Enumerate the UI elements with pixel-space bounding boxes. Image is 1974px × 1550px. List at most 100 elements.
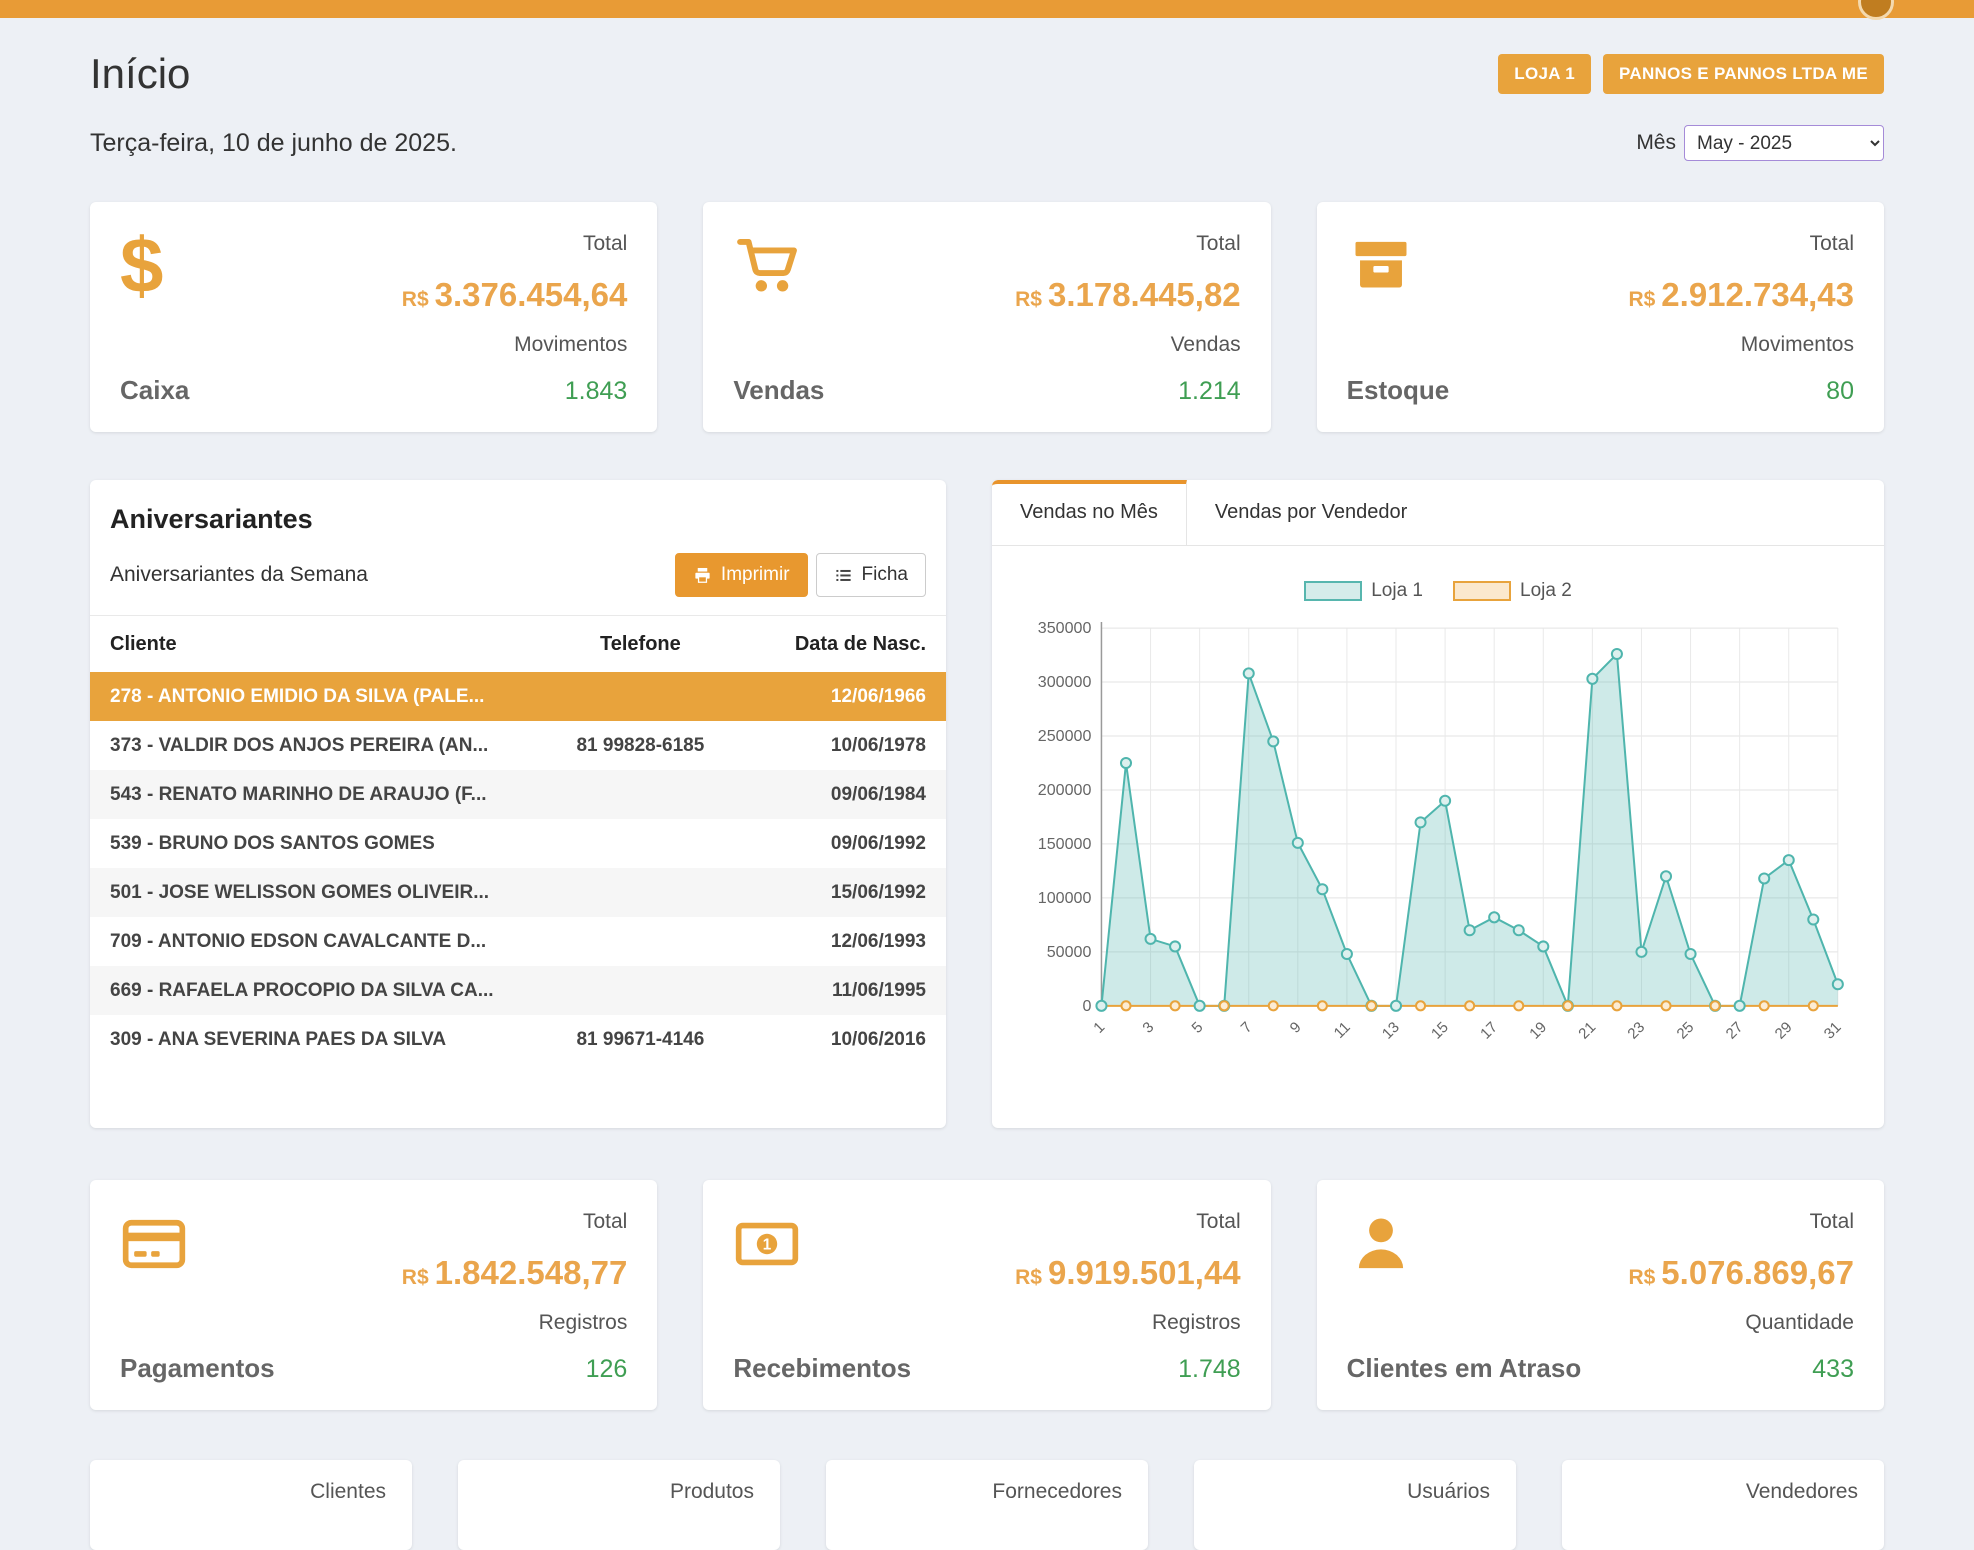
svg-text:150000: 150000 <box>1038 835 1092 853</box>
svg-text:25: 25 <box>1674 1019 1698 1043</box>
count-value: 1.748 <box>1178 1355 1241 1384</box>
table-row[interactable]: 539 - BRUNO DOS SANTOS GOMES 09/06/1992 <box>90 819 946 868</box>
count-value: 433 <box>1812 1355 1854 1384</box>
current-date: Terça-feira, 10 de junho de 2025. <box>90 129 457 158</box>
svg-text:19: 19 <box>1526 1019 1550 1043</box>
table-row[interactable]: 309 - ANA SEVERINA PAES DA SILVA 81 9967… <box>90 1015 946 1064</box>
count-label: Registros <box>539 1311 628 1335</box>
svg-text:300000: 300000 <box>1038 673 1092 691</box>
total-value: R$3.376.454,64 <box>402 276 628 314</box>
cell-cliente: 543 - RENATO MARINHO DE ARAUJO (F... <box>110 784 534 806</box>
printer-icon <box>693 566 712 585</box>
print-button[interactable]: Imprimir <box>675 553 808 597</box>
svg-text:250000: 250000 <box>1038 727 1092 745</box>
cart-icon <box>733 232 824 302</box>
birthdays-title: Aniversariantes <box>110 504 926 535</box>
svg-text:5: 5 <box>1189 1019 1207 1037</box>
stat-card-vendas: Vendas Total R$3.178.445,82 Vendas 1.214 <box>703 202 1270 432</box>
legend-item-loja1[interactable]: Loja 1 <box>1304 580 1423 602</box>
table-row[interactable]: 709 - ANTONIO EDSON CAVALCANTE D... 12/0… <box>90 917 946 966</box>
topbar-user-icon[interactable] <box>1858 0 1894 20</box>
svg-text:17: 17 <box>1477 1019 1501 1043</box>
table-row[interactable]: 501 - JOSE WELISSON GOMES OLIVEIR... 15/… <box>90 868 946 917</box>
sales-chart-card: Vendas no Mês Vendas por Vendedor Loja 1… <box>992 480 1884 1128</box>
stat-card-clientes-atraso: Clientes em Atraso Total R$5.076.869,67 … <box>1317 1180 1884 1410</box>
total-value: R$3.178.445,82 <box>1015 276 1241 314</box>
cell-cliente: 309 - ANA SEVERINA PAES DA SILVA <box>110 1029 534 1051</box>
count-label: Movimentos <box>514 333 627 357</box>
cell-cliente: 373 - VALDIR DOS ANJOS PEREIRA (AN... <box>110 735 534 757</box>
svg-text:350000: 350000 <box>1038 619 1092 637</box>
legend-item-loja2[interactable]: Loja 2 <box>1453 580 1572 602</box>
month-select[interactable]: May - 2025 <box>1684 125 1884 161</box>
total-value: R$5.076.869,67 <box>1628 1254 1854 1292</box>
stat-label: Caixa <box>120 375 189 406</box>
svg-text:0: 0 <box>1082 997 1091 1015</box>
cell-data-nasc: 12/06/1966 <box>746 686 926 708</box>
svg-text:1: 1 <box>763 1237 772 1254</box>
svg-text:3: 3 <box>1139 1019 1157 1037</box>
chart-tabs: Vendas no Mês Vendas por Vendedor <box>992 480 1884 546</box>
cell-data-nasc: 12/06/1993 <box>746 931 926 953</box>
cell-data-nasc: 10/06/2016 <box>746 1029 926 1051</box>
count-value: 126 <box>586 1355 628 1384</box>
svg-text:29: 29 <box>1772 1019 1796 1043</box>
svg-text:7: 7 <box>1238 1019 1256 1037</box>
legend-swatch-loja2 <box>1453 581 1511 601</box>
bottom-stats-row: Pagamentos Total R$1.842.548,77 Registro… <box>90 1180 1884 1410</box>
stat-label: Estoque <box>1347 375 1450 406</box>
cell-data-nasc: 10/06/1978 <box>746 735 926 757</box>
credit-card-icon <box>120 1210 275 1280</box>
svg-text:9: 9 <box>1287 1019 1305 1037</box>
store-badges: LOJA 1 PANNOS E PANNOS LTDA ME <box>1498 54 1884 94</box>
count-label: Registros <box>1152 1311 1241 1335</box>
birthday-table: Cliente Telefone Data de Nasc. 278 - ANT… <box>90 615 946 1064</box>
svg-text:15: 15 <box>1428 1019 1452 1043</box>
count-value: 1.214 <box>1178 377 1241 406</box>
total-value: R$9.919.501,44 <box>1015 1254 1241 1292</box>
tab-vendas-no-mes[interactable]: Vendas no Mês <box>992 480 1187 545</box>
count-value: 1.843 <box>565 377 628 406</box>
month-select-label: Mês <box>1636 131 1676 155</box>
svg-text:11: 11 <box>1331 1019 1354 1042</box>
cell-cliente: 539 - BRUNO DOS SANTOS GOMES <box>110 833 534 855</box>
stat-card-recebimentos: 1 Recebimentos Total R$9.919.501,44 Regi… <box>703 1180 1270 1410</box>
table-row[interactable]: 543 - RENATO MARINHO DE ARAUJO (F... 09/… <box>90 770 946 819</box>
cell-telefone: 81 99671-4146 <box>534 1029 746 1051</box>
top-orange-bar <box>0 0 1974 18</box>
page-title: Início <box>90 50 190 98</box>
svg-text:23: 23 <box>1624 1019 1648 1043</box>
summary-card: Clientes <box>90 1460 412 1550</box>
summary-card-label: Fornecedores <box>826 1480 1122 1504</box>
store-badge-loja1[interactable]: LOJA 1 <box>1498 54 1591 94</box>
table-row[interactable]: 373 - VALDIR DOS ANJOS PEREIRA (AN... 81… <box>90 721 946 770</box>
sales-area-chart[interactable]: 0500001000001500002000002500003000003500… <box>1006 610 1870 1082</box>
cell-cliente: 669 - RAFAELA PROCOPIO DA SILVA CA... <box>110 980 534 1002</box>
svg-text:21: 21 <box>1575 1019 1599 1043</box>
count-label: Quantidade <box>1745 1311 1854 1335</box>
summary-card: Fornecedores <box>826 1460 1148 1550</box>
banknote-icon: 1 <box>733 1210 911 1280</box>
chart-area: 0500001000001500002000002500003000003500… <box>992 610 1884 1092</box>
cell-data-nasc: 09/06/1992 <box>746 833 926 855</box>
col-cliente: Cliente <box>110 633 534 656</box>
table-row[interactable]: 669 - RAFAELA PROCOPIO DA SILVA CA... 11… <box>90 966 946 1015</box>
svg-text:200000: 200000 <box>1038 781 1092 799</box>
total-label: Total <box>583 232 627 256</box>
cell-data-nasc: 09/06/1984 <box>746 784 926 806</box>
tab-vendas-por-vendedor[interactable]: Vendas por Vendedor <box>1187 480 1435 545</box>
total-label: Total <box>1810 1210 1854 1234</box>
ficha-button[interactable]: Ficha <box>816 553 926 597</box>
store-badge-company[interactable]: PANNOS E PANNOS LTDA ME <box>1603 54 1884 94</box>
svg-text:31: 31 <box>1821 1019 1845 1043</box>
top-stats-row: $ Caixa Total R$3.376.454,64 Movimentos … <box>90 202 1884 432</box>
box-icon <box>1347 232 1450 302</box>
table-row[interactable]: 278 - ANTONIO EMIDIO DA SILVA (PALE... 1… <box>90 672 946 721</box>
col-data-nasc: Data de Nasc. <box>746 633 926 656</box>
total-value: R$1.842.548,77 <box>402 1254 628 1292</box>
summary-card-label: Clientes <box>90 1480 386 1504</box>
svg-text:13: 13 <box>1379 1019 1403 1043</box>
page-content: Início LOJA 1 PANNOS E PANNOS LTDA ME Te… <box>0 48 1974 1550</box>
total-label: Total <box>1196 232 1240 256</box>
cell-cliente: 501 - JOSE WELISSON GOMES OLIVEIR... <box>110 882 534 904</box>
